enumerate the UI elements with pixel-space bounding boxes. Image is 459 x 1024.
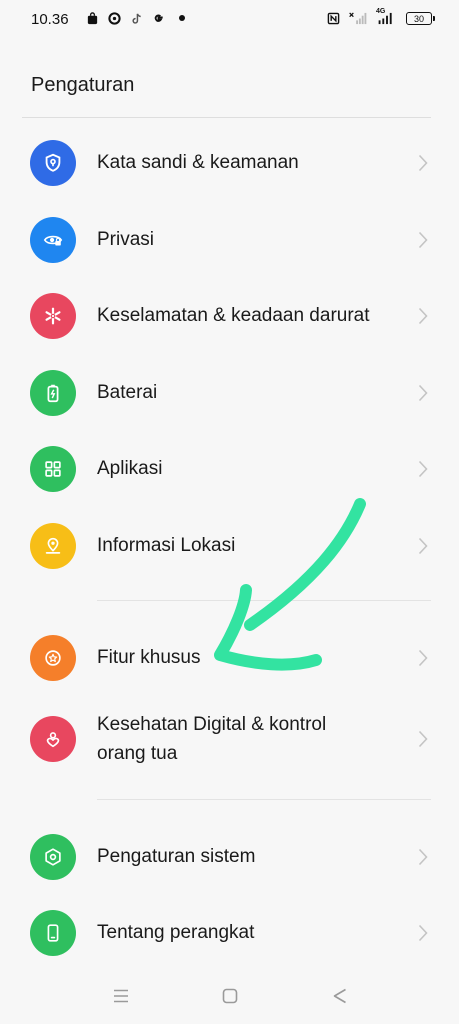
section-divider	[97, 600, 431, 601]
nfc-icon	[326, 11, 340, 25]
setting-label: Pengaturan sistem	[97, 846, 256, 867]
header-divider	[22, 117, 431, 118]
phone-icon	[30, 910, 76, 956]
chevron-right-icon	[414, 924, 432, 942]
setting-location[interactable]: Informasi Lokasi	[0, 508, 459, 584]
setting-label: Informasi Lokasi	[97, 535, 236, 556]
google-icon	[151, 11, 165, 25]
setting-privacy[interactable]: Privasi	[0, 202, 459, 278]
network-label: 4G	[376, 8, 386, 15]
chevron-right-icon	[414, 307, 432, 325]
battery-level: 30	[406, 11, 432, 25]
eye-lock-icon	[30, 217, 76, 263]
shopping-bag-icon	[85, 11, 99, 25]
hexagon-gear-icon	[30, 834, 76, 880]
setting-safety-emergency[interactable]: Keselamatan & keadaan darurat	[0, 278, 459, 354]
setting-label: Tentang perangkat	[97, 922, 255, 943]
setting-label: Keselamatan & keadaan darurat	[97, 305, 370, 326]
system-icons: 4G 30	[326, 8, 435, 25]
battery-icon	[30, 370, 76, 416]
signal-x-icon	[348, 11, 368, 25]
chevron-right-icon	[414, 730, 432, 748]
setting-label: Baterai	[97, 382, 158, 403]
location-pin-icon	[30, 523, 76, 569]
chevron-right-icon	[414, 537, 432, 555]
setting-digital-wellbeing[interactable]: Kesehatan Digital & kontrol orang tua	[0, 696, 459, 782]
setting-label: Fitur khusus	[97, 647, 201, 668]
chevron-right-icon	[414, 231, 432, 249]
home-square-icon[interactable]	[216, 982, 244, 1010]
chevron-right-icon	[414, 460, 432, 478]
setting-label-line2: orang tua	[97, 743, 178, 764]
setting-password-security[interactable]: Kata sandi & keamanan	[0, 125, 459, 201]
setting-battery[interactable]: Baterai	[0, 355, 459, 431]
setting-special-features[interactable]: Fitur khusus	[0, 620, 459, 696]
tiktok-icon	[129, 11, 143, 25]
navigation-bar	[0, 968, 459, 1024]
setting-system[interactable]: Pengaturan sistem	[0, 819, 459, 895]
setting-label: Aplikasi	[97, 458, 163, 479]
setting-apps[interactable]: Aplikasi	[0, 431, 459, 507]
volte-signal-icon: 4G	[376, 8, 398, 25]
circle-app-icon	[107, 11, 121, 25]
apps-grid-icon	[30, 446, 76, 492]
notification-icons	[85, 11, 185, 25]
setting-about-device[interactable]: Tentang perangkat	[0, 895, 459, 971]
menu-icon[interactable]	[107, 982, 135, 1010]
asterisk-icon	[30, 293, 76, 339]
chevron-right-icon	[414, 384, 432, 402]
battery-indicator: 30	[406, 11, 435, 25]
star-circle-icon	[30, 635, 76, 681]
page-title: Pengaturan	[31, 74, 135, 96]
chevron-right-icon	[414, 154, 432, 172]
status-time: 10.36	[31, 11, 69, 28]
chevron-right-icon	[414, 649, 432, 667]
status-bar: 10.36 4G 30	[0, 0, 459, 40]
heart-person-icon	[30, 716, 76, 762]
shield-key-icon	[30, 140, 76, 186]
chevron-right-icon	[414, 848, 432, 866]
setting-label: Kata sandi & keamanan	[97, 152, 299, 173]
section-divider	[97, 799, 431, 800]
setting-label: Privasi	[97, 229, 155, 250]
more-notifications-dot	[179, 15, 185, 21]
setting-label-line1: Kesehatan Digital & kontrol	[97, 714, 327, 735]
battery-tip	[433, 15, 435, 21]
back-triangle-icon[interactable]	[326, 982, 354, 1010]
